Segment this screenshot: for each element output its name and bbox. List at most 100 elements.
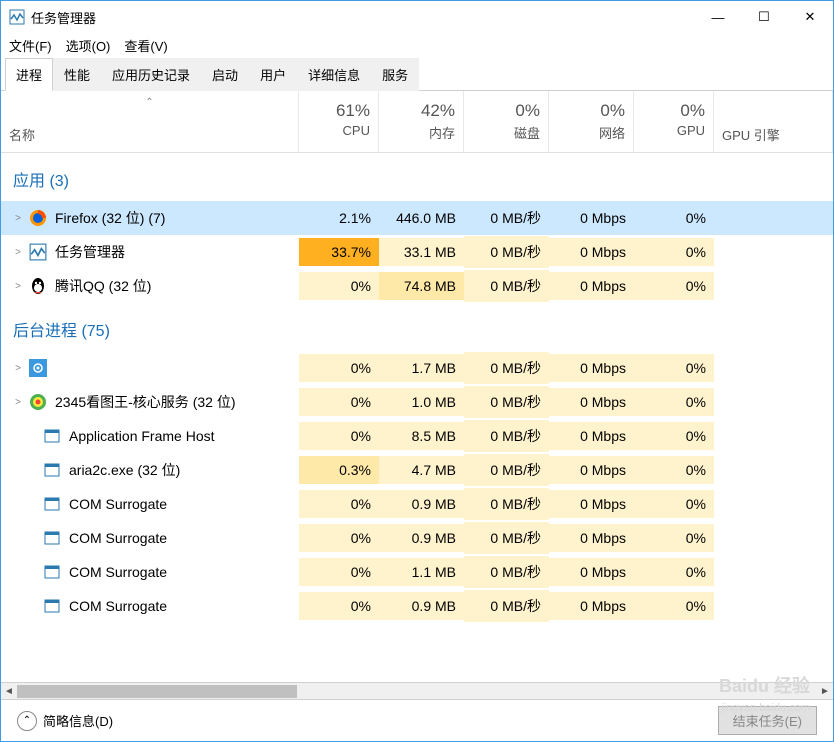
- menu-item-0[interactable]: 文件(F): [9, 36, 52, 55]
- cell-disk: 0 MB/秒: [464, 236, 549, 268]
- cell-cpu: 0%: [299, 272, 379, 300]
- cell-disk: 0 MB/秒: [464, 522, 549, 554]
- scroll-left-icon[interactable]: ◄: [1, 683, 17, 699]
- cell-cpu: 2.1%: [299, 204, 379, 232]
- process-name: COM Surrogate: [69, 564, 167, 580]
- minimize-button[interactable]: —: [695, 2, 741, 32]
- cell-cpu: 0%: [299, 490, 379, 518]
- column-gpu-engine[interactable]: GPU 引擎: [714, 91, 833, 152]
- app-icon: [43, 563, 61, 581]
- process-name: Firefox (32 位) (7): [55, 208, 165, 228]
- tab-6[interactable]: 服务: [371, 58, 419, 91]
- process-row[interactable]: >0%1.7 MB0 MB/秒0 Mbps0%: [1, 351, 833, 385]
- cell-disk: 0 MB/秒: [464, 386, 549, 418]
- sort-caret-icon: ⌃: [145, 97, 153, 108]
- app-icon: [43, 461, 61, 479]
- column-cpu[interactable]: 61% CPU: [299, 91, 379, 152]
- cell-cpu: 0%: [299, 524, 379, 552]
- column-name[interactable]: ⌃ 名称: [1, 91, 299, 152]
- expand-toggle[interactable]: >: [11, 363, 25, 374]
- process-list[interactable]: 应用 (3)>Firefox (32 位) (7)2.1%446.0 MB0 M…: [1, 153, 833, 682]
- tab-3[interactable]: 启动: [201, 58, 249, 91]
- cell-gpu: 0%: [634, 422, 714, 450]
- scroll-thumb[interactable]: [17, 685, 297, 698]
- cell-disk: 0 MB/秒: [464, 202, 549, 234]
- column-disk[interactable]: 0% 磁盘: [464, 91, 549, 152]
- cell-gpu: 0%: [634, 558, 714, 586]
- scroll-right-icon[interactable]: ►: [817, 683, 833, 699]
- cell-net: 0 Mbps: [549, 456, 634, 484]
- footer: ⌃ 简略信息(D) 结束任务(E): [1, 699, 833, 741]
- tabs: 进程性能应用历史记录启动用户详细信息服务: [1, 57, 833, 91]
- fewer-details-button[interactable]: ⌃ 简略信息(D): [17, 711, 113, 731]
- process-row[interactable]: COM Surrogate0%0.9 MB0 MB/秒0 Mbps0%: [1, 589, 833, 623]
- process-name: 任务管理器: [55, 242, 125, 262]
- app-icon: [43, 529, 61, 547]
- cell-mem: 0.9 MB: [379, 490, 464, 518]
- expand-toggle[interactable]: >: [11, 397, 25, 408]
- process-row[interactable]: >Firefox (32 位) (7)2.1%446.0 MB0 MB/秒0 M…: [1, 201, 833, 235]
- process-row[interactable]: aria2c.exe (32 位)0.3%4.7 MB0 MB/秒0 Mbps0…: [1, 453, 833, 487]
- process-row[interactable]: COM Surrogate0%0.9 MB0 MB/秒0 Mbps0%: [1, 487, 833, 521]
- column-network[interactable]: 0% 网络: [549, 91, 634, 152]
- process-row[interactable]: COM Surrogate0%1.1 MB0 MB/秒0 Mbps0%: [1, 555, 833, 589]
- tab-1[interactable]: 性能: [53, 58, 101, 91]
- cell-disk: 0 MB/秒: [464, 454, 549, 486]
- cell-cpu: 0%: [299, 422, 379, 450]
- process-name: COM Surrogate: [69, 530, 167, 546]
- process-name: Application Frame Host: [69, 428, 215, 444]
- cell-cpu: 0%: [299, 354, 379, 382]
- cell-net: 0 Mbps: [549, 388, 634, 416]
- process-row[interactable]: >任务管理器33.7%33.1 MB0 MB/秒0 Mbps0%: [1, 235, 833, 269]
- process-name: COM Surrogate: [69, 598, 167, 614]
- cell-mem: 446.0 MB: [379, 204, 464, 232]
- cell-gpu: 0%: [634, 490, 714, 518]
- app-icon: [43, 495, 61, 513]
- cell-gpu: 0%: [634, 524, 714, 552]
- cell-disk: 0 MB/秒: [464, 352, 549, 384]
- window-title: 任务管理器: [31, 8, 695, 27]
- cell-net: 0 Mbps: [549, 238, 634, 266]
- column-gpu[interactable]: 0% GPU: [634, 91, 714, 152]
- cell-mem: 33.1 MB: [379, 238, 464, 266]
- process-name: COM Surrogate: [69, 496, 167, 512]
- process-name: aria2c.exe (32 位): [69, 460, 180, 480]
- expand-toggle[interactable]: >: [11, 213, 25, 224]
- cell-disk: 0 MB/秒: [464, 556, 549, 588]
- maximize-button[interactable]: ☐: [741, 2, 787, 32]
- window-controls: — ☐ ✕: [695, 2, 833, 32]
- cell-cpu: 0.3%: [299, 456, 379, 484]
- expand-toggle[interactable]: >: [11, 281, 25, 292]
- menu-item-1[interactable]: 选项(O): [66, 36, 111, 55]
- process-name: 2345看图王-核心服务 (32 位): [55, 392, 235, 412]
- cell-gpu: 0%: [634, 272, 714, 300]
- gear-icon: [29, 359, 47, 377]
- process-row[interactable]: >2345看图王-核心服务 (32 位)0%1.0 MB0 MB/秒0 Mbps…: [1, 385, 833, 419]
- taskmgr-icon: [29, 243, 47, 261]
- cell-disk: 0 MB/秒: [464, 488, 549, 520]
- titlebar[interactable]: 任务管理器 — ☐ ✕: [1, 1, 833, 33]
- cell-gpu: 0%: [634, 388, 714, 416]
- cell-gpu: 0%: [634, 204, 714, 232]
- 2345-icon: [29, 393, 47, 411]
- tab-4[interactable]: 用户: [249, 58, 297, 91]
- horizontal-scrollbar[interactable]: ◄ ►: [1, 682, 833, 699]
- process-row[interactable]: Application Frame Host0%8.5 MB0 MB/秒0 Mb…: [1, 419, 833, 453]
- app-icon: [9, 9, 25, 25]
- cell-mem: 74.8 MB: [379, 272, 464, 300]
- process-row[interactable]: COM Surrogate0%0.9 MB0 MB/秒0 Mbps0%: [1, 521, 833, 555]
- cell-disk: 0 MB/秒: [464, 270, 549, 302]
- end-task-button[interactable]: 结束任务(E): [718, 706, 817, 735]
- process-row[interactable]: >腾讯QQ (32 位)0%74.8 MB0 MB/秒0 Mbps0%: [1, 269, 833, 303]
- tab-2[interactable]: 应用历史记录: [101, 58, 201, 91]
- close-button[interactable]: ✕: [787, 2, 833, 32]
- tab-0[interactable]: 进程: [5, 58, 53, 91]
- chevron-up-icon: ⌃: [17, 711, 37, 731]
- tab-5[interactable]: 详细信息: [297, 58, 371, 91]
- column-memory[interactable]: 42% 内存: [379, 91, 464, 152]
- menu-item-2[interactable]: 查看(V): [124, 36, 167, 55]
- cell-mem: 0.9 MB: [379, 592, 464, 620]
- group-header-1: 后台进程 (75): [1, 303, 833, 351]
- expand-toggle[interactable]: >: [11, 247, 25, 258]
- menubar: 文件(F) 选项(O) 查看(V): [1, 33, 833, 57]
